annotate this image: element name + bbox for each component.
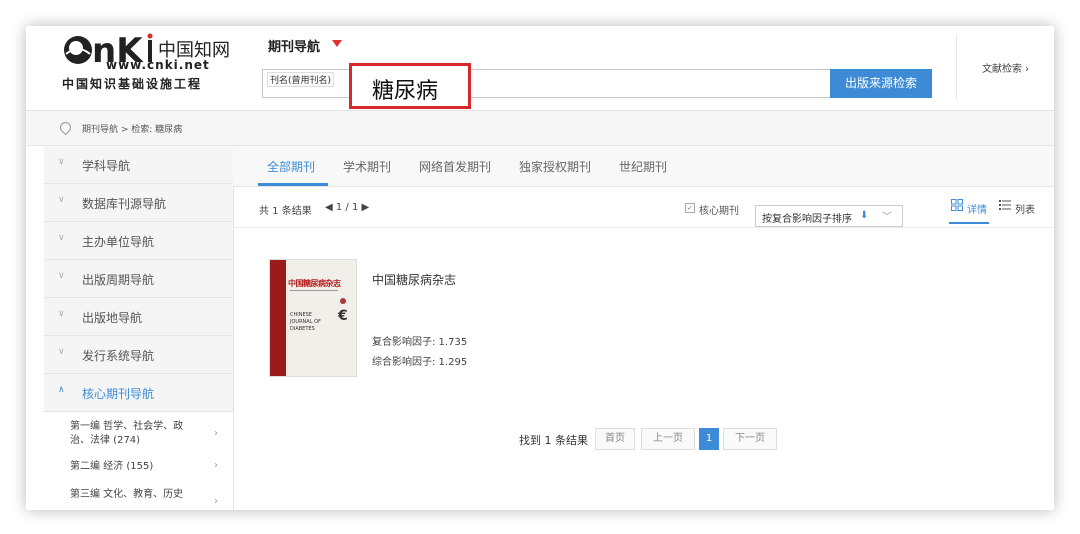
chevron-down-icon: ∨	[58, 195, 65, 205]
tab-exclusive[interactable]: 独家授权期刊	[519, 158, 591, 175]
core-journal-label: 核心期刊	[699, 206, 739, 217]
pagination-info: 找到 1 条结果	[519, 434, 588, 447]
prev-page-button[interactable]: 上一页	[641, 428, 695, 450]
logo-url: www.cnki.net	[106, 58, 210, 72]
sidebar-item-label: 学科导航	[82, 159, 131, 173]
core-subitems: 第一编 哲学、社会学、政治、法律 (274) › 第二编 经济 (155) › …	[44, 412, 233, 510]
chevron-down-icon: ﹀	[882, 212, 892, 223]
chevron-down-icon: ∨	[58, 233, 65, 243]
sidebar-item-label: 核心期刊导航	[82, 387, 155, 401]
page-1-button[interactable]: 1	[699, 428, 719, 450]
sidebar: ∨ 学科导航 ∨ 数据库刊源导航 ∨ 主办单位导航 ∨ 出版周期导航 ∨ 出版地…	[44, 146, 234, 510]
journal-tabs: 全部期刊 学术期刊 网络首发期刊 独家授权期刊 世纪期刊	[233, 146, 1054, 187]
logo-cn-bottom: 中国知识基础设施工程	[62, 77, 203, 91]
chevron-right-icon[interactable]: ›	[214, 460, 218, 471]
header-divider	[956, 34, 957, 100]
caret-down-icon[interactable]	[332, 40, 342, 47]
first-page-button[interactable]: 首页	[595, 428, 635, 450]
sidebar-item-label: 数据库刊源导航	[82, 197, 167, 211]
chevron-right-icon[interactable]: ›	[214, 496, 218, 507]
header: nK 中国知网 www.cnki.net 中国知识基础设施工程 期刊导航 刊名(…	[26, 26, 1054, 111]
sub-item-economy[interactable]: 第二编 经济 (155)	[70, 460, 153, 474]
chevron-down-icon: ∨	[58, 347, 65, 357]
next-page-button[interactable]: 下一页	[723, 428, 777, 450]
chevron-right-icon[interactable]: ›	[214, 428, 218, 439]
result-toolbar: 共 1 条结果 ◀ 1 / 1 ▶ ✓ 核心期刊 按复合影响因子排序 ⬇ ﹀ 详…	[233, 187, 1054, 228]
sort-select-value: 按复合影响因子排序	[762, 214, 852, 225]
location-pin-icon	[57, 119, 74, 136]
sidebar-item-label: 出版周期导航	[82, 273, 155, 287]
search-input[interactable]: 刊名(曾用刊名)	[262, 69, 832, 98]
journal-cover[interactable]: 中国糖尿病杂志 CHINESE JOURNAL OF DIABETES €	[269, 259, 357, 377]
active-view-indicator	[949, 222, 989, 224]
result-pagination[interactable]: ◀ 1 / 1 ▶	[325, 202, 369, 213]
sub-item-culture[interactable]: 第三编 文化、教育、历史	[70, 488, 183, 502]
chevron-down-icon: ∨	[58, 157, 65, 167]
view-detail-button[interactable]: 详情	[967, 201, 987, 216]
comprehensive-impact-factor: 综合影响因子: 1.295	[372, 357, 468, 368]
core-journal-checkbox[interactable]: ✓	[685, 203, 695, 213]
screenshot-frame: nK 中国知网 www.cnki.net 中国知识基础设施工程 期刊导航 刊名(…	[26, 26, 1054, 510]
sidebar-item-label: 发行系统导航	[82, 349, 155, 363]
journal-nav-title[interactable]: 期刊导航	[268, 36, 320, 55]
composite-impact-factor: 复合影响因子: 1.735	[372, 337, 468, 348]
breadcrumb-bar: 期刊导航 > 检索: 糖尿病	[26, 111, 1054, 146]
sub-item-philosophy[interactable]: 第一编 哲学、社会学、政治、法律 (274)	[70, 420, 190, 448]
search-field-label[interactable]: 刊名(曾用刊名)	[267, 72, 335, 87]
journal-title-link[interactable]: 中国糖尿病杂志	[372, 271, 456, 288]
sidebar-item-label: 出版地导航	[82, 311, 143, 325]
search-term: 糖尿病	[372, 79, 439, 104]
tab-online-first[interactable]: 网络首发期刊	[419, 158, 491, 175]
document-search-link[interactable]: 文献检索 ›	[982, 60, 1029, 75]
cover-title: 中国糖尿病杂志	[288, 279, 341, 288]
result-count: 共 1 条结果	[259, 206, 312, 217]
sort-select[interactable]: 按复合影响因子排序 ⬇ ﹀	[755, 205, 903, 227]
chevron-down-icon: ∨	[58, 271, 65, 281]
tab-all[interactable]: 全部期刊	[267, 158, 315, 175]
sidebar-item-sponsor[interactable]: ∨ 主办单位导航	[44, 222, 233, 260]
active-tab-indicator	[258, 183, 328, 186]
tab-academic[interactable]: 学术期刊	[343, 158, 391, 175]
cover-english-title: CHINESE JOURNAL OF DIABETES	[290, 312, 321, 332]
breadcrumb[interactable]: 期刊导航 > 检索: 糖尿病	[82, 122, 182, 135]
sidebar-item-database[interactable]: ∨ 数据库刊源导航	[44, 184, 233, 222]
sidebar-item-label: 主办单位导航	[82, 235, 155, 249]
view-list-button[interactable]: 列表	[1015, 201, 1035, 216]
cover-spine	[270, 260, 286, 376]
cnki-logo[interactable]: nK 中国知网 www.cnki.net 中国知识基础设施工程	[62, 32, 242, 96]
search-button[interactable]: 出版来源检索	[830, 69, 932, 98]
cover-emblem: €	[338, 308, 348, 324]
cover-dot	[340, 298, 346, 304]
chevron-down-icon: ∨	[58, 309, 65, 319]
sidebar-item-cycle[interactable]: ∨ 出版周期导航	[44, 260, 233, 298]
tab-century[interactable]: 世纪期刊	[619, 158, 667, 175]
sidebar-item-location[interactable]: ∨ 出版地导航	[44, 298, 233, 336]
cover-rule	[290, 290, 338, 291]
sort-down-arrow-icon: ⬇	[860, 210, 869, 221]
search-term-highlight: 糖尿病	[349, 63, 471, 109]
sidebar-item-subject[interactable]: ∨ 学科导航	[44, 146, 233, 184]
chevron-up-icon: ∧	[58, 385, 65, 395]
grid-icon[interactable]	[951, 199, 963, 211]
sidebar-item-core[interactable]: ∧ 核心期刊导航	[44, 374, 233, 412]
sidebar-item-distribution[interactable]: ∨ 发行系统导航	[44, 336, 233, 374]
list-icon[interactable]	[999, 199, 1011, 211]
